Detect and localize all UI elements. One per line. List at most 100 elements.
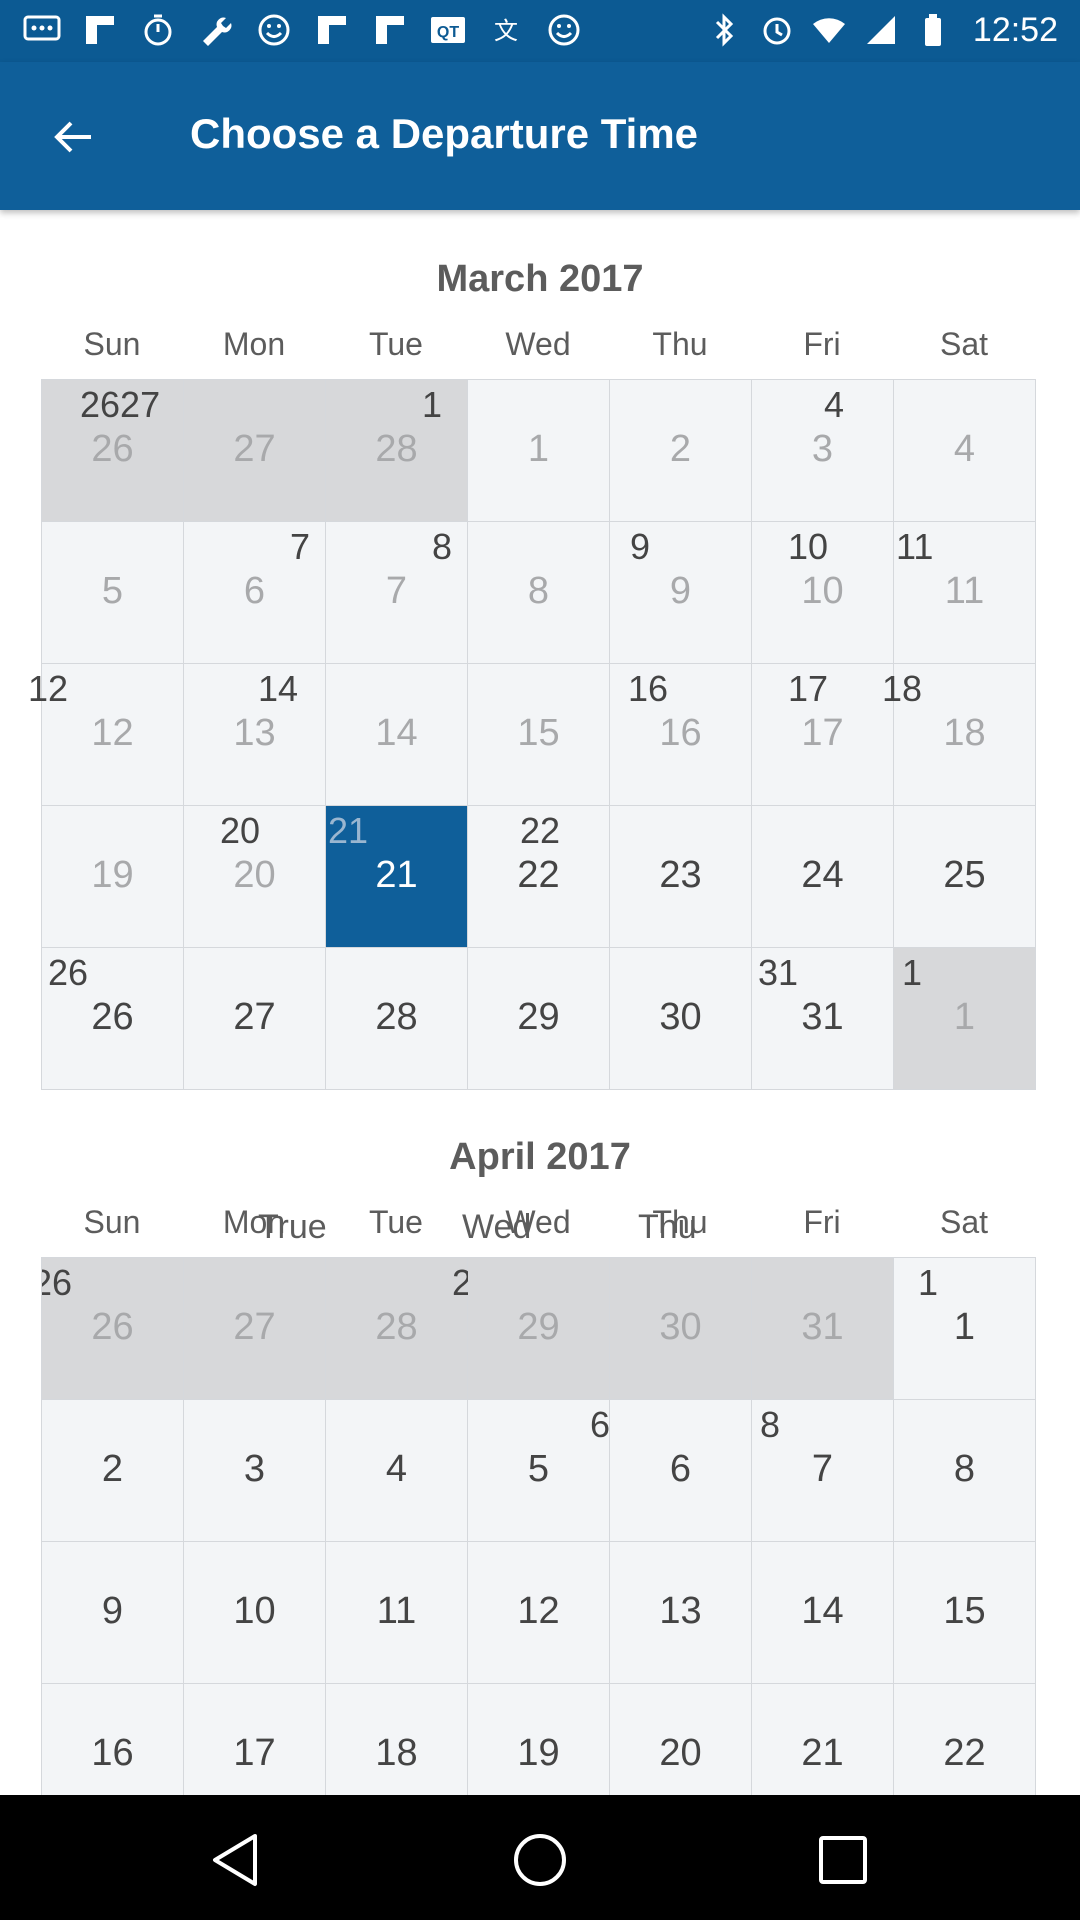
back-nav-icon — [213, 1834, 257, 1886]
calendar-grid-april: 2626272829293031112345667889101112131415… — [41, 1257, 1036, 1796]
day-cell[interactable]: 31 31 — [752, 948, 894, 1090]
day-cell[interactable]: 17 — [184, 1684, 326, 1796]
overlap-day-label: 1 — [918, 1262, 939, 1303]
navigation-bar — [0, 1795, 1080, 1920]
day-cell[interactable]: 30 — [610, 1258, 752, 1400]
day-number: 18 — [375, 1732, 418, 1774]
overlap-day-label: 2627 — [80, 384, 161, 425]
day-cell[interactable]: 67 — [184, 522, 326, 664]
day-cell[interactable]: 2 — [42, 1400, 184, 1542]
day-cell[interactable]: 29 — [468, 1258, 610, 1400]
back-button[interactable] — [38, 102, 108, 172]
day-cell[interactable]: 1 — [468, 380, 610, 522]
day-number: 22 — [943, 1732, 986, 1774]
day-cell[interactable]: 56 — [468, 1400, 610, 1542]
back-nav-button[interactable] — [200, 1825, 270, 1895]
day-cell[interactable]: 13 — [610, 1542, 752, 1684]
day-cell[interactable]: 78 — [326, 522, 468, 664]
arrow-back-icon — [54, 121, 91, 153]
status-bar: QT 文 12:52 — [0, 0, 1080, 62]
day-cell[interactable]: 9 — [42, 1542, 184, 1684]
day-cell[interactable]: 11 — [894, 948, 1036, 1090]
app-bar: Choose a Departure Time — [0, 62, 1080, 210]
day-number: 10 — [801, 570, 844, 612]
selected-day-cell[interactable]: 21 21 — [326, 806, 468, 948]
day-cell[interactable]: 24 — [752, 806, 894, 948]
day-cell[interactable]: 34 — [752, 380, 894, 522]
day-cell[interactable]: 30 — [610, 948, 752, 1090]
day-cell[interactable]: 21 — [752, 1684, 894, 1796]
day-cell[interactable]: 17 17 — [752, 664, 894, 806]
day-cell[interactable]: 3 — [184, 1400, 326, 1542]
day-cell[interactable]: 18 18 — [882, 664, 1036, 806]
overlap-day-label: 10 — [788, 526, 829, 567]
signal-icon — [863, 10, 899, 50]
day-cell[interactable]: 26 2627 — [42, 380, 184, 522]
month-title-april: April 2017 — [449, 1136, 631, 1178]
day-cell[interactable]: 11 11 — [894, 522, 1036, 664]
day-number: 5 — [527, 1448, 550, 1490]
day-cell[interactable]: 15 — [894, 1542, 1036, 1684]
day-number: 28 — [375, 428, 418, 470]
day-cell[interactable]: 10 — [184, 1542, 326, 1684]
day-cell[interactable]: 14 — [752, 1542, 894, 1684]
day-cell[interactable]: 20 20 — [184, 806, 326, 948]
day-cell[interactable]: 13 14 — [184, 664, 326, 806]
day-cell[interactable]: 31 — [752, 1258, 894, 1400]
day-cell[interactable]: 4 — [326, 1400, 468, 1542]
overlap-day-label: 7 — [290, 526, 311, 567]
day-number: 4 — [385, 1448, 408, 1490]
day-cell[interactable]: 25 — [894, 806, 1036, 948]
day-number: 14 — [375, 712, 418, 754]
day-cell[interactable]: 27 — [184, 380, 326, 522]
day-cell[interactable]: 28 — [326, 948, 468, 1090]
day-cell[interactable]: 19 — [468, 1684, 610, 1796]
day-cell[interactable]: 99 — [610, 522, 752, 664]
day-number: 13 — [233, 712, 276, 754]
day-number: 18 — [943, 712, 986, 754]
day-cell[interactable]: 78 — [752, 1400, 894, 1542]
day-cell[interactable]: 2829 — [326, 1258, 492, 1400]
day-cell[interactable]: 2626 — [42, 1258, 184, 1400]
day-cell[interactable]: 22 22 — [468, 806, 610, 948]
home-nav-button[interactable] — [505, 1825, 575, 1895]
day-number: 21 — [801, 1732, 844, 1774]
day-number: 8 — [527, 570, 550, 612]
flipboard-icon — [312, 10, 352, 50]
day-number: 5 — [101, 570, 124, 612]
day-number: 29 — [517, 1306, 560, 1348]
day-cell[interactable]: 27 — [184, 948, 326, 1090]
day-cell[interactable]: 22 — [894, 1684, 1036, 1796]
recents-nav-button[interactable] — [808, 1825, 878, 1895]
day-cell[interactable]: 15 — [468, 664, 610, 806]
day-cell[interactable]: 5 — [42, 522, 184, 664]
day-number: 11 — [944, 570, 985, 612]
day-number: 30 — [659, 996, 702, 1038]
day-cell[interactable]: 28 1 — [326, 380, 468, 522]
day-cell[interactable]: 29 — [468, 948, 610, 1090]
weekday-label: Sat — [939, 326, 989, 362]
day-cell[interactable]: 14 — [326, 664, 468, 806]
day-cell[interactable]: 20 — [610, 1684, 752, 1796]
day-cell[interactable]: 23 — [610, 806, 752, 948]
day-cell[interactable]: 16 16 — [610, 664, 752, 806]
day-cell[interactable]: 11 — [894, 1258, 1036, 1400]
day-cell[interactable]: 2626 — [42, 948, 184, 1090]
month-title-march: March 2017 — [436, 258, 644, 300]
day-cell[interactable]: 12 — [468, 1542, 610, 1684]
day-number: 29 — [517, 996, 560, 1038]
overlap-day-label: 21 — [328, 810, 369, 851]
day-number: 2 — [101, 1448, 124, 1490]
day-cell[interactable]: 27 — [184, 1258, 326, 1400]
day-cell[interactable]: 4 — [894, 380, 1036, 522]
day-cell[interactable]: 18 — [326, 1684, 468, 1796]
day-cell[interactable]: 10 10 — [752, 522, 894, 664]
day-cell[interactable]: 11 — [326, 1542, 468, 1684]
day-cell[interactable]: 12 12 — [28, 664, 184, 806]
day-cell[interactable]: 8 — [894, 1400, 1036, 1542]
day-cell[interactable]: 19 — [42, 806, 184, 948]
day-cell[interactable]: 2 — [610, 380, 752, 522]
day-cell[interactable]: 6 — [610, 1400, 752, 1542]
day-cell[interactable]: 8 — [468, 522, 610, 664]
day-cell[interactable]: 16 — [42, 1684, 184, 1796]
